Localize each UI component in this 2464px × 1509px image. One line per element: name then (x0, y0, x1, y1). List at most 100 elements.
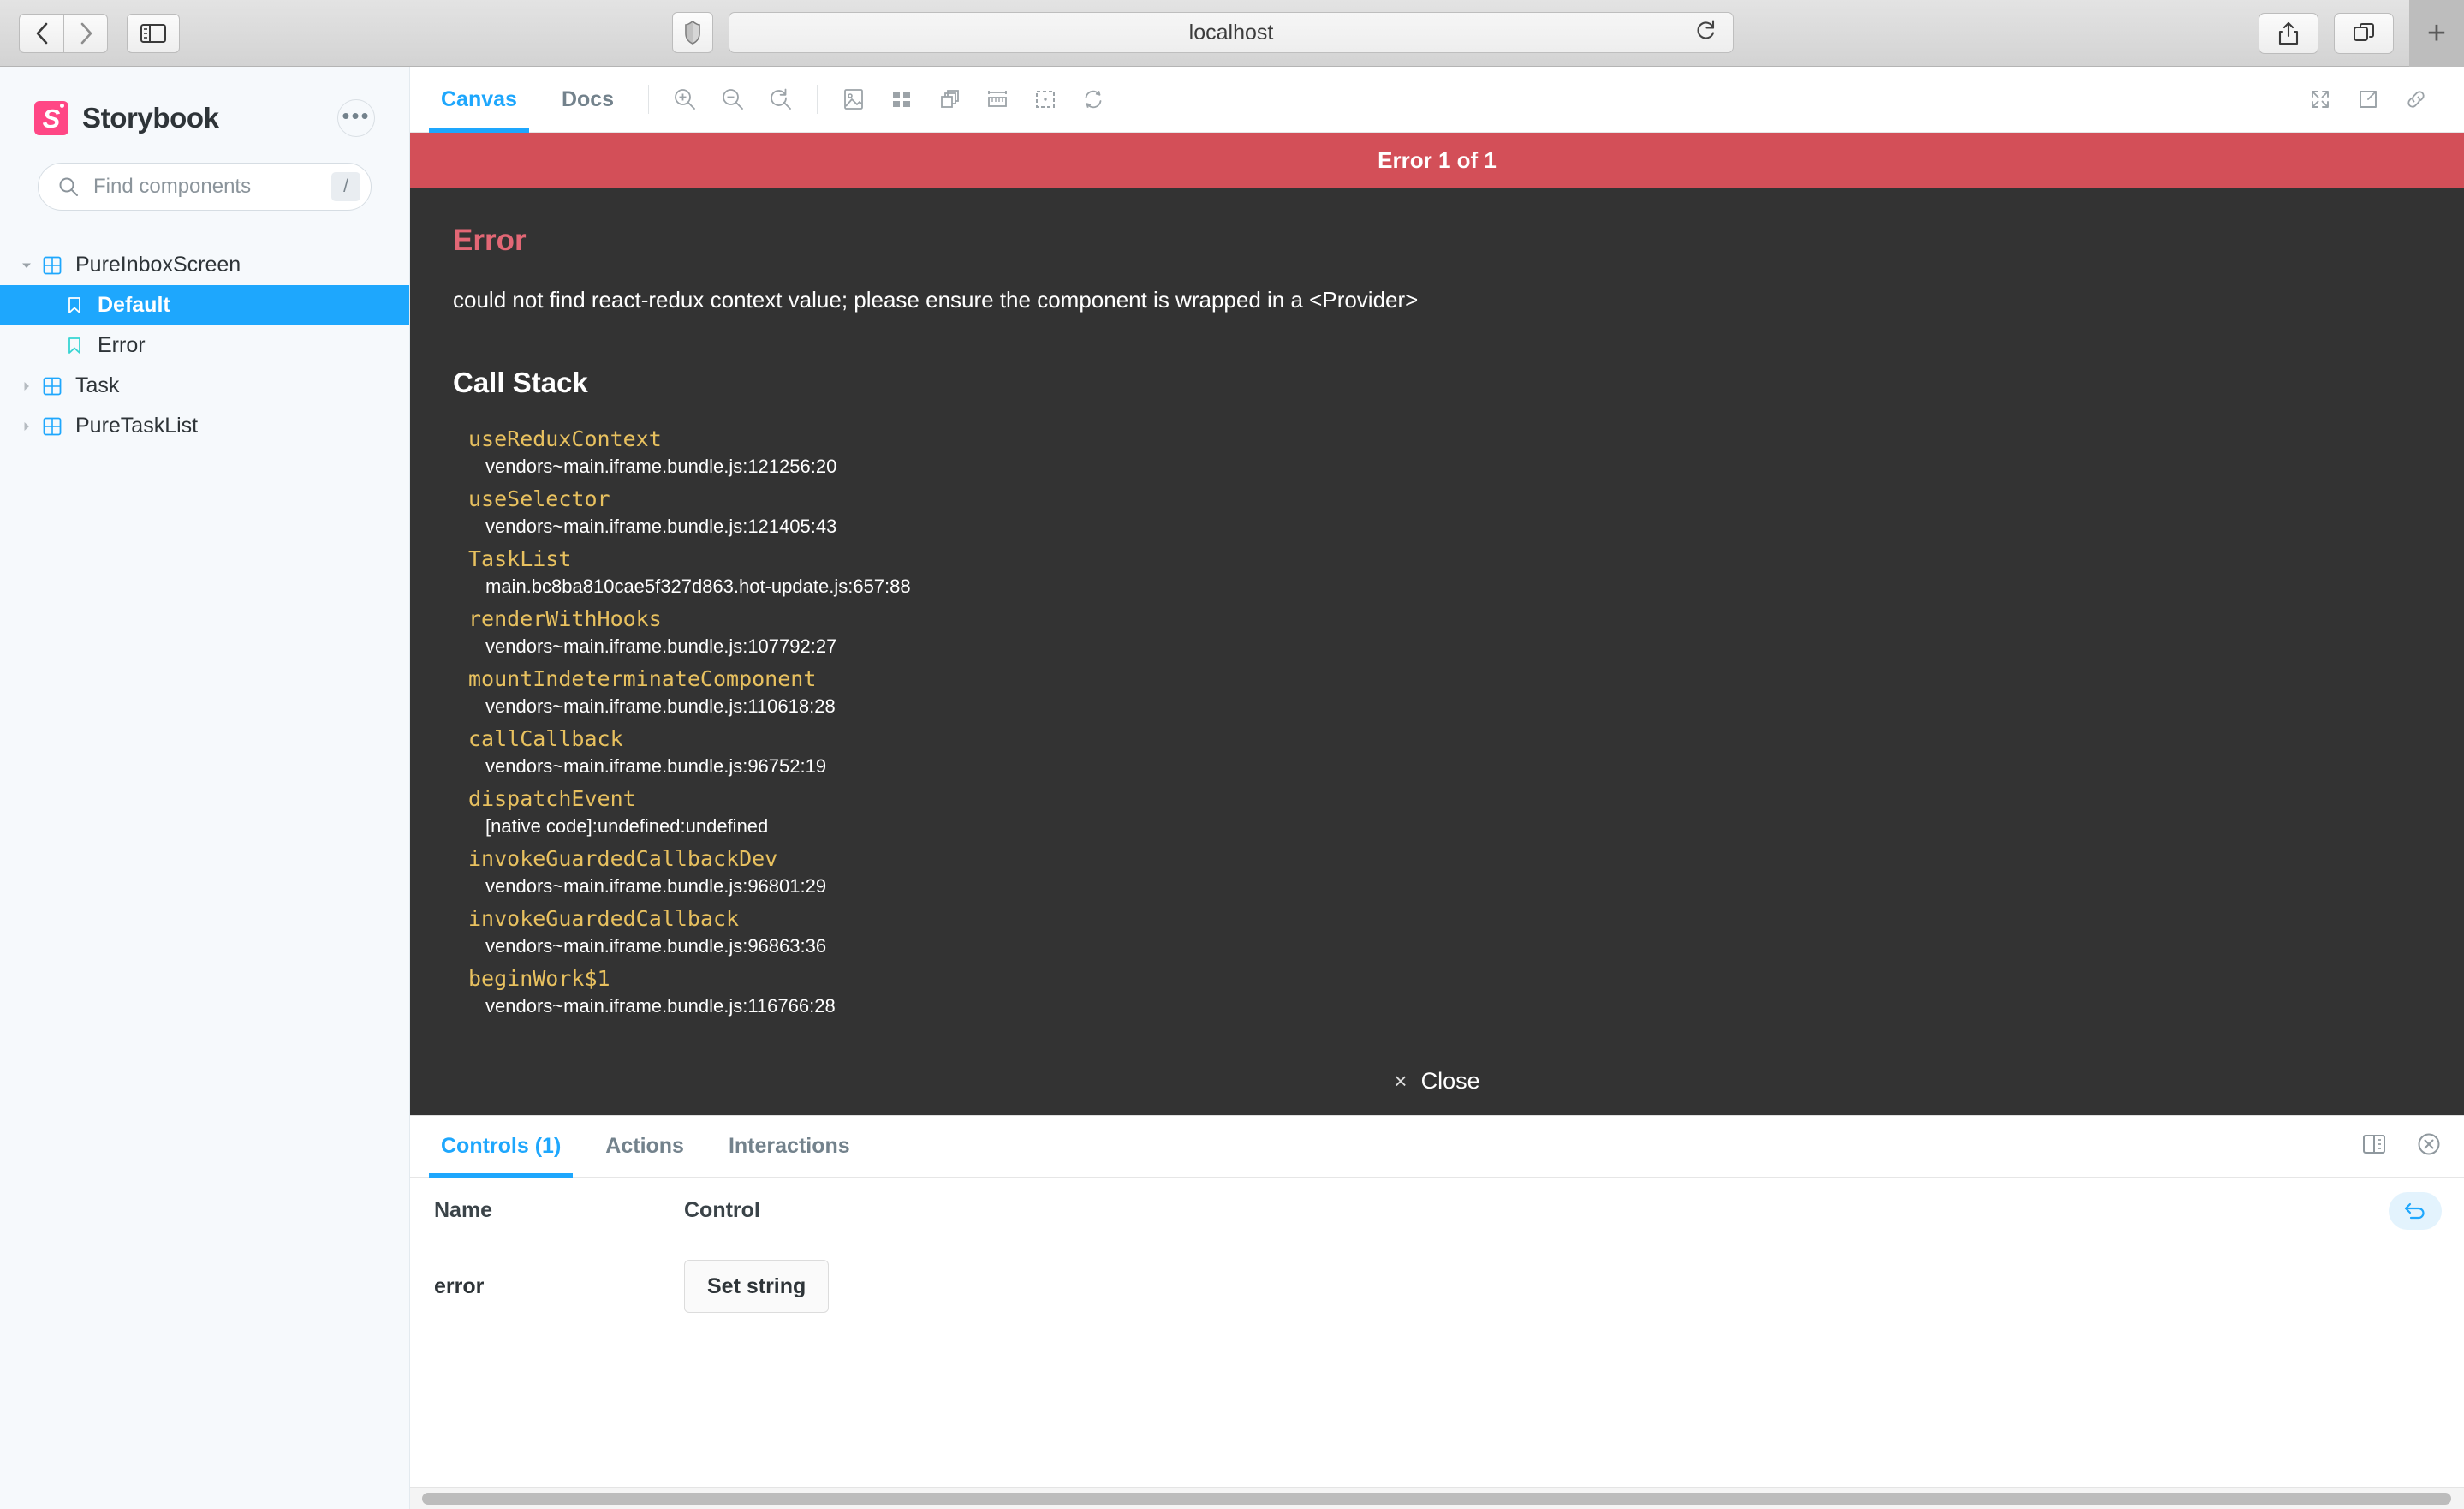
change-background-button[interactable] (830, 75, 878, 123)
copy-link-button[interactable] (2392, 75, 2440, 123)
sidebar-icon (140, 23, 166, 43)
stack-frame-location: vendors~main.iframe.bundle.js:96752:19 (485, 755, 827, 777)
zoom-reset-button[interactable] (757, 75, 805, 123)
close-icon: × (1394, 1068, 1408, 1094)
component-icon (38, 377, 67, 396)
stack-frame: invokeGuardedCallback vendors~main.ifram… (453, 906, 2421, 957)
sidebar: S Storybook ••• Find components / PureIn… (0, 67, 410, 1509)
error-banner-label: Error 1 of 1 (1378, 146, 1497, 173)
tree-item-task[interactable]: Task (0, 366, 409, 406)
sidebar-search-area: Find components / (0, 137, 409, 211)
error-overlay: Error 1 of 1 Error could not find react-… (410, 133, 2464, 1115)
stack-frame-function: dispatchEvent (468, 786, 636, 811)
stack-frame-function: TaskList (468, 546, 572, 571)
measure-layers-button[interactable] (925, 75, 973, 123)
error-close-button[interactable]: × Close (410, 1047, 2464, 1115)
sidebar-menu-button[interactable]: ••• (337, 99, 375, 137)
toolbar-divider (817, 85, 818, 114)
zoom-out-icon (723, 89, 743, 110)
stack-frame-function: invokeGuardedCallback (468, 906, 740, 931)
stack-frame: renderWithHooks vendors~main.iframe.bund… (453, 606, 2421, 658)
horizontal-scrollbar-thumb[interactable] (422, 1493, 2451, 1505)
zoom-reset-icon (771, 88, 791, 110)
sidebar-brand[interactable]: S Storybook ••• (0, 67, 409, 137)
close-panel-button[interactable] (2416, 1131, 2442, 1161)
brand-title: Storybook (82, 102, 219, 134)
privacy-report-button[interactable] (672, 12, 713, 53)
tab-interactions-label: Interactions (728, 1134, 850, 1158)
search-input-placeholder[interactable]: Find components (93, 175, 331, 199)
controls-table-row: error Set string (410, 1244, 2464, 1328)
forward-button[interactable] (63, 13, 108, 53)
tree-item-label: Task (75, 373, 120, 397)
toolbar-right-actions (2296, 75, 2464, 123)
tab-interactions[interactable]: Interactions (706, 1116, 872, 1178)
measure-button[interactable] (973, 75, 1021, 123)
open-in-new-tab-icon (2360, 91, 2377, 108)
stack-frame-function: renderWithHooks (468, 606, 662, 631)
error-banner: Error 1 of 1 (410, 133, 2464, 188)
reset-controls-button[interactable] (2389, 1191, 2442, 1230)
reload-button[interactable] (1695, 19, 1717, 47)
tree-item-label: PureTaskList (75, 414, 199, 438)
tree-item-default[interactable]: Default (0, 285, 409, 325)
column-header-control: Control (684, 1198, 760, 1222)
control-name: error (434, 1273, 485, 1298)
measure-layers-icon (941, 90, 959, 108)
search-box[interactable]: Find components / (38, 163, 372, 211)
stack-frame-location: vendors~main.iframe.bundle.js:121405:43 (485, 516, 837, 537)
horizontal-scrollbar-track[interactable] (410, 1487, 2464, 1509)
stack-frame-location: vendors~main.iframe.bundle.js:110618:28 (485, 695, 836, 717)
zoom-out-button[interactable] (709, 75, 757, 123)
ellipsis-icon: ••• (342, 102, 371, 128)
fullscreen-icon (2312, 91, 2329, 108)
fullscreen-button[interactable] (2296, 75, 2344, 123)
tree-item-pureinboxscreen[interactable]: PureInboxScreen (0, 245, 409, 285)
tree-item-label: Error (98, 333, 146, 357)
chevron-right-icon[interactable] (15, 380, 38, 392)
close-panel-icon (2418, 1133, 2440, 1155)
sidebar-toggle-button[interactable] (127, 13, 180, 53)
set-string-button[interactable]: Set string (684, 1260, 830, 1313)
chevron-down-icon[interactable] (15, 259, 38, 271)
new-tab-button[interactable]: + (2409, 0, 2464, 67)
back-button[interactable] (19, 13, 63, 53)
tab-docs[interactable]: Docs (539, 67, 636, 133)
main-area: Canvas Docs Error 1 of 1 Error could not… (410, 67, 2464, 1509)
toggle-outline-button[interactable] (1021, 75, 1069, 123)
chevron-right-icon (80, 22, 92, 44)
story-bookmark-icon (60, 337, 89, 355)
address-bar[interactable]: localhost (729, 12, 1734, 53)
tree-item-label: Default (98, 293, 170, 317)
tab-controls[interactable]: Controls (1) (419, 1116, 583, 1178)
panel-position-icon (2363, 1135, 2385, 1154)
tab-canvas[interactable]: Canvas (419, 67, 539, 133)
panel-position-button[interactable] (2361, 1132, 2387, 1160)
tab-actions[interactable]: Actions (583, 1116, 706, 1178)
toolbar-divider (648, 85, 650, 114)
error-message: could not find react-redux context value… (453, 287, 1419, 313)
tree-item-error[interactable]: Error (0, 325, 409, 366)
outline-icon (1036, 91, 1056, 108)
toggle-grid-button[interactable] (878, 75, 925, 123)
tab-overview-button[interactable] (2334, 13, 2394, 54)
call-stack-title: Call Stack (453, 367, 588, 398)
chevron-right-icon[interactable] (15, 420, 38, 432)
open-in-new-tab-button[interactable] (2344, 75, 2392, 123)
remount-button[interactable] (1069, 75, 1117, 123)
tab-actions-label: Actions (605, 1134, 684, 1158)
background-image-icon (844, 89, 863, 110)
tab-controls-label: Controls (1) (441, 1134, 562, 1158)
share-button[interactable] (2259, 13, 2318, 54)
tree-item-puretasklist[interactable]: PureTaskList (0, 406, 409, 446)
zoom-in-button[interactable] (661, 75, 709, 123)
browser-right-actions: + (2259, 0, 2464, 67)
addons-tab-bar: Controls (1) Actions Interactions (410, 1116, 2464, 1178)
set-string-label: Set string (707, 1273, 806, 1298)
stack-frame-function: invokeGuardedCallbackDev (468, 846, 778, 871)
share-icon (2278, 21, 2299, 45)
tabs-overview-icon (2354, 23, 2374, 41)
stack-frame-function: useReduxContext (468, 426, 662, 451)
reset-controls-icon (2404, 1202, 2425, 1219)
controls-table-header: Name Control (410, 1178, 2464, 1244)
